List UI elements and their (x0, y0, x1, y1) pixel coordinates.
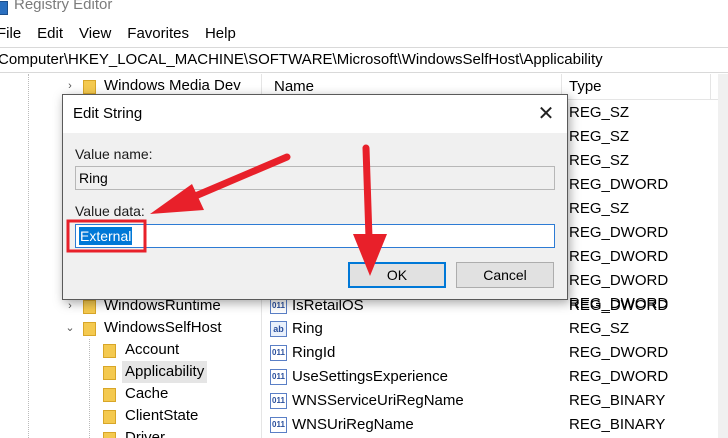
tree-item-cache[interactable]: Cache (0, 383, 261, 405)
close-icon[interactable]: ✕ (533, 101, 559, 127)
tree-item-label: Cache (125, 385, 169, 402)
value-type: REG_SZ (569, 104, 630, 121)
value-type: REG_SZ (569, 200, 630, 217)
binary-value-icon: 011 (270, 417, 287, 433)
column-header-type[interactable]: Type (569, 78, 602, 95)
value-name: UseSettingsExperience (292, 368, 448, 385)
value-name: RingId (292, 344, 336, 361)
list-item[interactable]: ab Ring REG_SZ E (268, 317, 728, 341)
folder-icon (83, 80, 96, 94)
tree-item-label: Applicability (122, 361, 208, 383)
tree-item-label: Account (125, 341, 180, 358)
column-header-name[interactable]: Name (274, 78, 314, 95)
folder-icon (103, 410, 116, 424)
binary-value-icon: 011 (270, 345, 287, 361)
address-path[interactable]: Computer\HKEY_LOCAL_MACHINE\SOFTWARE\Mic… (0, 51, 603, 68)
value-type: REG_BINARY (569, 392, 666, 409)
value-data-field[interactable]: External (75, 224, 555, 248)
menu-file[interactable]: File (0, 22, 29, 46)
dialog-title-bar: Edit String ✕ (63, 95, 567, 133)
string-value-icon: ab (270, 321, 287, 337)
vertical-scrollbar[interactable] (718, 74, 728, 438)
value-type: REG_DWORD (569, 297, 669, 314)
list-item[interactable]: 011 WNSServiceUriRegName REG_BINARY 5 (268, 389, 728, 413)
tree-item-label: WindowsSelfHost (104, 319, 222, 336)
menu-favorites[interactable]: Favorites (119, 22, 197, 46)
menu-edit[interactable]: Edit (29, 22, 71, 46)
binary-value-icon: 011 (270, 298, 287, 314)
value-name: Ring (292, 320, 323, 337)
value-type: REG_DWORD (569, 248, 669, 265)
value-type: REG_BINARY (569, 416, 666, 433)
tree-item-clientstate[interactable]: ClientState (0, 405, 261, 427)
column-divider[interactable] (710, 74, 711, 100)
folder-icon (103, 366, 116, 380)
list-item[interactable]: 011 UseSettingsExperience REG_DWORD 0 (268, 365, 728, 389)
tree-item-windowsselfhost[interactable]: ⌄ WindowsSelfHost (0, 317, 261, 339)
list-item[interactable]: 011 RingId REG_DWORD 0 (268, 341, 728, 365)
tree-item-account[interactable]: Account (0, 339, 261, 361)
tree-item-applicability[interactable]: Applicability (0, 361, 261, 383)
value-type: REG_SZ (569, 128, 630, 145)
value-type: REG_DWORD (569, 176, 669, 193)
value-data-label: Value data: (75, 203, 145, 219)
cancel-button[interactable]: Cancel (456, 262, 554, 288)
list-item[interactable]: 011 WNSUriRegName REG_BINARY 5 (268, 413, 728, 437)
tree-item-driver[interactable]: Driver (0, 427, 261, 438)
value-type: REG_DWORD (569, 368, 669, 385)
folder-icon (83, 300, 96, 314)
value-name: WNSServiceUriRegName (292, 392, 464, 409)
window-title: Registry Editor (14, 0, 113, 13)
menu-help[interactable]: Help (197, 22, 244, 46)
registry-editor-icon (0, 1, 8, 15)
folder-icon (103, 344, 116, 358)
folder-icon (103, 388, 116, 402)
value-type: REG_SZ (569, 152, 630, 169)
folder-open-icon (83, 322, 96, 336)
title-bar: Registry Editor (0, 0, 728, 22)
value-name-field: Ring (75, 166, 555, 190)
value-type: REG_DWORD (569, 344, 669, 361)
tree-item-label: ClientState (125, 407, 199, 424)
menu-bar: File Edit View Favorites Help (0, 22, 728, 46)
binary-value-icon: 011 (270, 369, 287, 385)
address-bar[interactable]: Computer\HKEY_LOCAL_MACHINE\SOFTWARE\Mic… (0, 47, 728, 73)
value-type: REG_SZ (569, 320, 630, 337)
value-name-text: Ring (79, 170, 108, 186)
value-type: REG_DWORD (569, 272, 669, 289)
value-data-text[interactable]: External (79, 227, 133, 245)
value-name: WNSUriRegName (292, 416, 414, 433)
edit-string-dialog: Edit String ✕ Value name: Ring Value dat… (62, 94, 568, 300)
value-type: REG_DWORD (569, 224, 669, 241)
value-name-label: Value name: (75, 146, 153, 162)
binary-value-icon: 011 (270, 393, 287, 409)
menu-view[interactable]: View (71, 22, 119, 46)
tree-item-label: Driver (125, 429, 165, 438)
ok-button[interactable]: OK (348, 262, 446, 288)
folder-icon (103, 432, 116, 438)
chevron-down-icon[interactable]: ⌄ (64, 317, 76, 339)
dialog-title: Edit String (73, 105, 143, 122)
